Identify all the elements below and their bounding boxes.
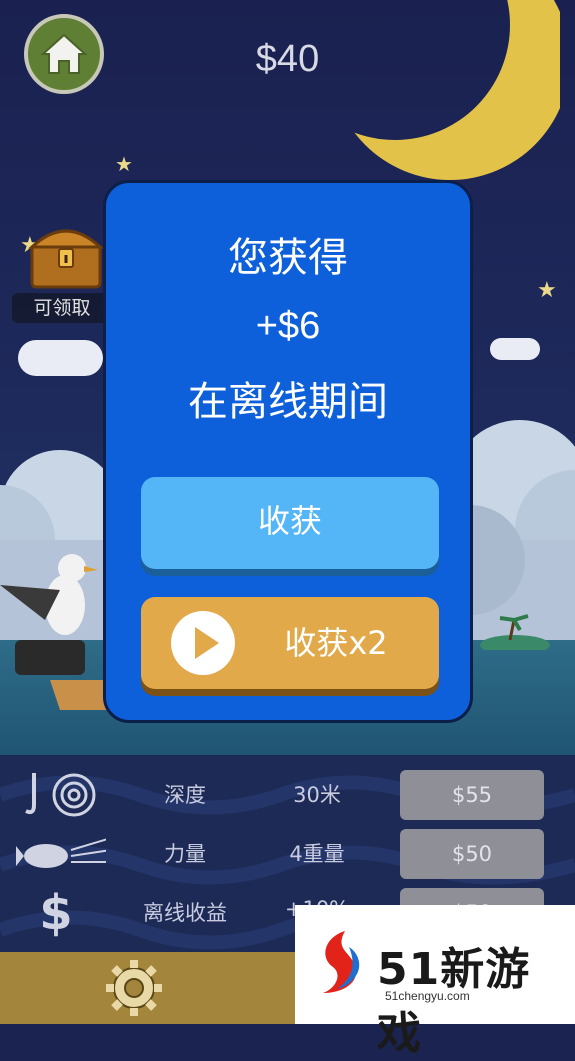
dialog-heading: 您获得: [228, 235, 348, 281]
collect-double-label: 收获x2: [284, 624, 388, 662]
watermark-logo-icon: [323, 931, 360, 993]
dialog-subtitle: 在离线期间: [188, 379, 388, 425]
offline-earnings-dialog: 您获得 +$6 在离线期间 收获 收获x2: [103, 180, 473, 723]
collect-button[interactable]: 收获: [141, 477, 439, 569]
play-icon: [171, 611, 235, 675]
earned-amount: +$6: [255, 305, 321, 347]
collect-double-button[interactable]: 收获x2: [141, 597, 439, 689]
watermark-url: 51chengyu.com: [385, 989, 470, 1003]
site-watermark: 51新游戏 51chengyu.com: [295, 905, 575, 1059]
